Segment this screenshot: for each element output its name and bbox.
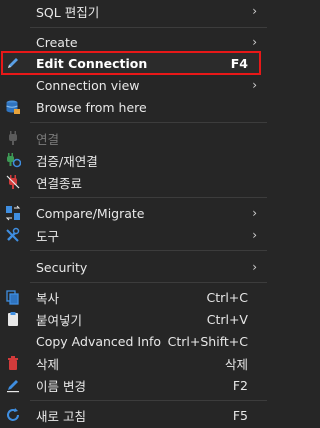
menu-item-label: Compare/Migrate [36, 205, 145, 221]
chevron-right-icon: › [252, 260, 257, 274]
menu-item-label: 새로 고침 [36, 408, 86, 424]
shortcut-text: F2 [232, 377, 248, 393]
menu-item-copy[interactable]: 복사 Ctrl+C [0, 286, 267, 308]
plug-disconnect-icon [5, 174, 21, 190]
menu-item-create[interactable]: Create › [0, 31, 267, 53]
pencil-icon [5, 55, 21, 71]
separator [30, 400, 267, 401]
menu-item-label: 연결 [36, 131, 60, 147]
menu-item-security[interactable]: Security › [0, 256, 267, 278]
menu-item-edit-connection[interactable]: Edit Connection F4 [0, 52, 267, 74]
menu-item-label: Create [36, 34, 78, 50]
shortcut-text: 삭제 [224, 356, 248, 372]
trash-icon [5, 355, 21, 371]
menu-item-label: 연결종료 [36, 175, 83, 191]
menu-item-browse-from-here[interactable]: Browse from here [0, 96, 267, 118]
separator [30, 197, 267, 198]
menu-item-label: Connection view [36, 77, 140, 93]
menu-item-compare-migrate[interactable]: Compare/Migrate › [0, 202, 267, 224]
chevron-right-icon: › [252, 35, 257, 49]
plug-icon [5, 130, 21, 146]
menu-item-label: 붙여넣기 [36, 312, 83, 328]
menu-item-disconnect[interactable]: 연결종료 [0, 171, 267, 193]
database-icon [5, 99, 21, 115]
shortcut-text: Ctrl+V [206, 311, 248, 327]
menu-item-copy-advanced-info[interactable]: Copy Advanced Info Ctrl+Shift+C [0, 330, 267, 352]
menu-item-label: 이름 변경 [36, 378, 86, 394]
context-menu: SQL 편집기 › Create › Edit Connection F4 Co… [0, 0, 267, 428]
plug-refresh-icon [5, 152, 22, 168]
refresh-icon [5, 407, 21, 423]
chevron-right-icon: › [252, 206, 257, 220]
menu-item-tools[interactable]: 도구 › [0, 224, 267, 246]
tools-icon [5, 227, 21, 243]
menu-item-label: 검증/재연결 [36, 153, 98, 169]
separator [30, 250, 267, 251]
shortcut-text: F4 [230, 55, 248, 71]
menu-item-connect: 연결 [0, 127, 267, 149]
separator [30, 282, 267, 283]
compare-icon [5, 205, 21, 221]
shortcut-text: Ctrl+C [206, 289, 248, 305]
separator [30, 27, 267, 28]
shortcut-text: Ctrl+Shift+C [167, 333, 248, 349]
menu-item-label: Browse from here [36, 99, 147, 115]
menu-item-paste[interactable]: 붙여넣기 Ctrl+V [0, 308, 267, 330]
shortcut-text: F5 [232, 407, 248, 423]
menu-item-rename[interactable]: 이름 변경 F2 [0, 374, 267, 396]
copy-icon [5, 289, 21, 305]
menu-item-label: Edit Connection [36, 55, 148, 71]
menu-item-label: Copy Advanced Info [36, 333, 162, 349]
chevron-right-icon: › [252, 4, 257, 18]
menu-item-refresh[interactable]: 새로 고침 F5 [0, 404, 267, 426]
separator [30, 122, 267, 123]
chevron-right-icon: › [252, 228, 257, 242]
menu-item-sql-editor[interactable]: SQL 편집기 › [0, 0, 267, 22]
menu-item-label: Security [36, 259, 88, 275]
menu-item-label: 삭제 [36, 356, 60, 372]
chevron-right-icon: › [252, 78, 257, 92]
rename-icon [5, 377, 21, 393]
menu-item-delete[interactable]: 삭제 삭제 [0, 352, 267, 374]
menu-item-validate-reconnect[interactable]: 검증/재연결 [0, 149, 267, 171]
menu-item-label: 복사 [36, 290, 60, 306]
clipboard-icon [5, 311, 21, 327]
menu-item-label: 도구 [36, 228, 60, 244]
menu-item-connection-view[interactable]: Connection view › [0, 74, 267, 96]
menu-item-label: SQL 편집기 [36, 4, 100, 20]
